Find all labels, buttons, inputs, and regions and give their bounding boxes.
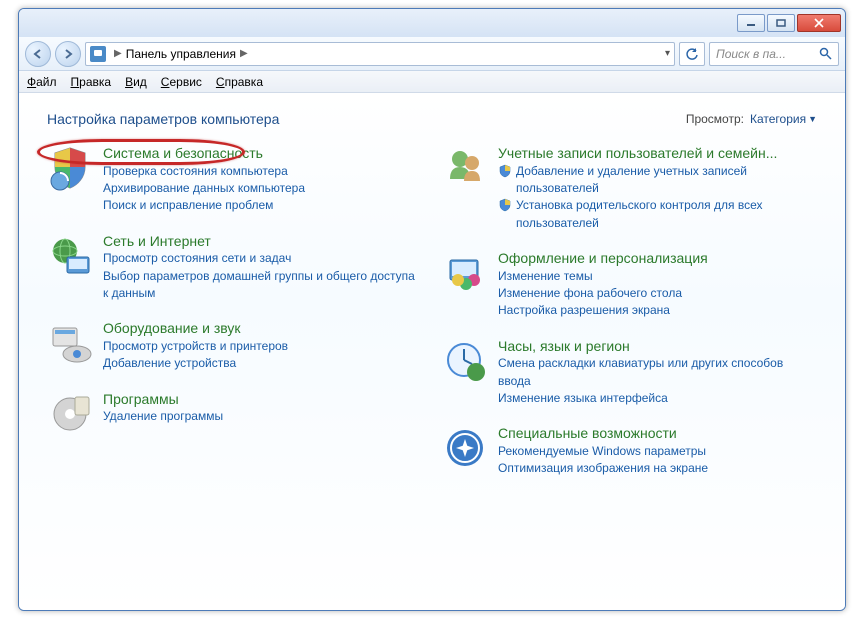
network-icon [47,233,93,279]
accounts-icon [442,145,488,191]
ease-of-access-icon [442,425,488,471]
left-column: Система и безопасность Проверка состояни… [47,145,422,478]
address-dropdown-icon[interactable]: ▾ [665,48,670,59]
category-ease-of-access: Специальные возможности Рекомендуемые Wi… [442,425,817,477]
search-input[interactable]: Поиск в па... [709,42,839,66]
shield-icon [498,198,512,212]
menu-edit[interactable]: Правка [71,75,112,89]
maximize-button[interactable] [767,14,795,32]
link-screen-resolution[interactable]: Настройка разрешения экрана [498,302,817,319]
link-check-status[interactable]: Проверка состояния компьютера [103,163,422,180]
link-optimize-display[interactable]: Оптимизация изображения на экране [498,460,817,477]
back-button[interactable] [25,41,51,67]
menu-bar: Файл Правка Вид Сервис Справка [19,71,845,93]
category-title-appearance[interactable]: Оформление и персонализация [498,250,708,266]
category-hardware: Оборудование и звук Просмотр устройств и… [47,320,422,372]
category-title-ease[interactable]: Специальные возможности [498,425,677,441]
link-change-theme[interactable]: Изменение темы [498,268,817,285]
link-add-device[interactable]: Добавление устройства [103,355,422,372]
search-placeholder: Поиск в па... [716,47,786,61]
minimize-button[interactable] [737,14,765,32]
link-add-remove-accounts[interactable]: Добавление и удаление учетных записей по… [516,163,817,198]
view-by-value: Категория [750,112,806,126]
link-homegroup[interactable]: Выбор параметров домашней группы и общег… [103,268,422,303]
clock-icon [442,338,488,384]
category-clock: Часы, язык и регион Смена раскладки клав… [442,338,817,408]
forward-button[interactable] [55,41,81,67]
appearance-icon [442,250,488,296]
titlebar [19,9,845,37]
link-recommended-settings[interactable]: Рекомендуемые Windows параметры [498,443,817,460]
category-title-accounts[interactable]: Учетные записи пользователей и семейн... [498,145,777,161]
link-keyboard-layout[interactable]: Смена раскладки клавиатуры или других сп… [498,355,817,390]
address-bar[interactable]: ▶ Панель управления ▶ ▾ [85,42,675,66]
link-uninstall-program[interactable]: Удаление программы [103,408,422,425]
link-parental-controls[interactable]: Установка родительского контроля для все… [516,197,817,232]
page-title: Настройка параметров компьютера [47,111,686,127]
close-button[interactable] [797,14,841,32]
category-system-security: Система и безопасность Проверка состояни… [47,145,422,215]
category-title-clock[interactable]: Часы, язык и регион [498,338,630,354]
link-devices-printers[interactable]: Просмотр устройств и принтеров [103,338,422,355]
link-troubleshoot[interactable]: Поиск и исправление проблем [103,197,422,214]
category-title-system-security[interactable]: Система и безопасность [103,145,263,161]
category-appearance: Оформление и персонализация Изменение те… [442,250,817,320]
menu-view[interactable]: Вид [125,75,147,89]
category-title-programs[interactable]: Программы [103,391,179,407]
category-network: Сеть и Интернет Просмотр состояния сети … [47,233,422,303]
link-display-language[interactable]: Изменение языка интерфейса [498,390,817,407]
content-area: Настройка параметров компьютера Просмотр… [19,93,845,611]
system-security-icon [47,145,93,191]
navigation-row: ▶ Панель управления ▶ ▾ Поиск в па... [19,37,845,71]
category-title-hardware[interactable]: Оборудование и звук [103,320,241,336]
category-accounts: Учетные записи пользователей и семейн...… [442,145,817,232]
programs-icon [47,391,93,437]
shield-icon [498,164,512,178]
menu-file[interactable]: Файл [27,75,57,89]
breadcrumb-arrow-icon: ▶ [114,48,122,59]
breadcrumb-arrow-icon: ▶ [240,48,248,59]
search-icon [819,47,832,60]
menu-service[interactable]: Сервис [161,75,202,89]
refresh-button[interactable] [679,42,705,66]
hardware-icon [47,320,93,366]
category-title-network[interactable]: Сеть и Интернет [103,233,211,249]
link-backup[interactable]: Архивирование данных компьютера [103,180,422,197]
menu-help[interactable]: Справка [216,75,263,89]
category-programs: Программы Удаление программы [47,391,422,437]
chevron-down-icon: ▼ [808,114,817,124]
link-network-status[interactable]: Просмотр состояния сети и задач [103,250,422,267]
right-column: Учетные записи пользователей и семейн...… [442,145,817,478]
window-frame: ▶ Панель управления ▶ ▾ Поиск в па... Фа… [18,8,846,611]
link-change-background[interactable]: Изменение фона рабочего стола [498,285,817,302]
view-by-label: Просмотр: [686,112,744,126]
breadcrumb-item[interactable]: Панель управления [126,47,236,61]
view-by-dropdown[interactable]: Категория ▼ [750,112,817,126]
content-header: Настройка параметров компьютера Просмотр… [47,111,817,127]
control-panel-icon [90,46,106,62]
